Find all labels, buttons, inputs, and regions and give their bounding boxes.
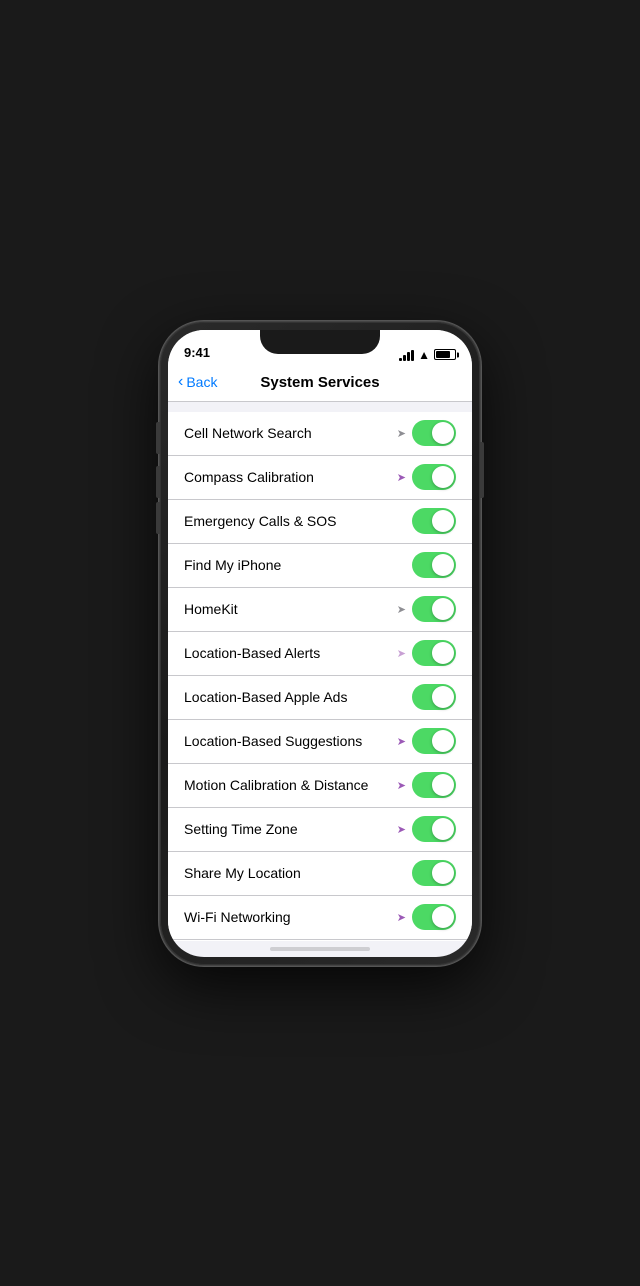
list-item[interactable]: Location-Based Suggestions ➤ xyxy=(168,720,472,764)
top-spacer xyxy=(168,402,472,412)
share-my-location-label: Share My Location xyxy=(184,865,301,881)
compass-calibration-toggle[interactable] xyxy=(412,464,456,490)
location-based-suggestions-toggle[interactable] xyxy=(412,728,456,754)
content-area: Cell Network Search ➤ Compass Calibratio… xyxy=(168,402,472,941)
wifi-networking-toggle[interactable] xyxy=(412,904,456,930)
back-button[interactable]: ‹ Back xyxy=(178,373,217,391)
phone-screen: 9:41 ▲ ‹ Back System Services xyxy=(168,330,472,957)
notch xyxy=(260,330,380,354)
emergency-calls-label: Emergency Calls & SOS xyxy=(184,513,337,529)
status-time: 9:41 xyxy=(184,345,210,362)
phone-frame: 9:41 ▲ ‹ Back System Services xyxy=(160,322,480,965)
cell-network-search-label: Cell Network Search xyxy=(184,425,312,441)
navigation-bar: ‹ Back System Services xyxy=(168,366,472,402)
share-my-location-toggle[interactable] xyxy=(412,860,456,886)
battery-icon xyxy=(434,349,456,360)
list-item[interactable]: HomeKit ➤ xyxy=(168,588,472,632)
list-item[interactable]: Share My Location xyxy=(168,852,472,896)
wifi-icon: ▲ xyxy=(418,348,430,362)
chevron-left-icon: ‹ xyxy=(178,373,183,391)
location-based-apple-ads-label: Location-Based Apple Ads xyxy=(184,689,347,705)
list-item[interactable]: Emergency Calls & SOS xyxy=(168,500,472,544)
location-arrow-icon: ➤ xyxy=(397,647,406,660)
page-title: System Services xyxy=(260,374,379,391)
location-arrow-icon: ➤ xyxy=(397,603,406,616)
list-item[interactable]: Find My iPhone xyxy=(168,544,472,588)
location-arrow-icon: ➤ xyxy=(397,427,406,440)
location-based-apple-ads-toggle[interactable] xyxy=(412,684,456,710)
find-my-iphone-label: Find My iPhone xyxy=(184,557,281,573)
location-arrow-icon: ➤ xyxy=(397,823,406,836)
list-item[interactable]: Compass Calibration ➤ xyxy=(168,456,472,500)
homekit-toggle[interactable] xyxy=(412,596,456,622)
location-arrow-icon: ➤ xyxy=(397,735,406,748)
location-arrow-icon: ➤ xyxy=(397,779,406,792)
list-item[interactable]: Motion Calibration & Distance ➤ xyxy=(168,764,472,808)
homekit-label: HomeKit xyxy=(184,601,238,617)
list-item[interactable]: Setting Time Zone ➤ xyxy=(168,808,472,852)
setting-time-zone-label: Setting Time Zone xyxy=(184,821,298,837)
location-based-alerts-label: Location-Based Alerts xyxy=(184,645,320,661)
system-services-group: Cell Network Search ➤ Compass Calibratio… xyxy=(168,412,472,941)
list-item[interactable]: Cell Network Search ➤ xyxy=(168,412,472,456)
list-item[interactable]: Wi-Fi Networking ➤ xyxy=(168,896,472,940)
back-label: Back xyxy=(186,374,217,390)
signal-icon xyxy=(399,349,414,361)
location-based-alerts-toggle[interactable] xyxy=(412,640,456,666)
motion-calibration-label: Motion Calibration & Distance xyxy=(184,777,368,793)
location-arrow-icon: ➤ xyxy=(397,471,406,484)
list-item[interactable]: Significant Locations ➤ On › xyxy=(168,940,472,941)
cell-network-search-toggle[interactable] xyxy=(412,420,456,446)
find-my-iphone-toggle[interactable] xyxy=(412,552,456,578)
location-based-suggestions-label: Location-Based Suggestions xyxy=(184,733,362,749)
list-item[interactable]: Location-Based Alerts ➤ xyxy=(168,632,472,676)
motion-calibration-toggle[interactable] xyxy=(412,772,456,798)
status-icons: ▲ xyxy=(399,348,456,362)
setting-time-zone-toggle[interactable] xyxy=(412,816,456,842)
emergency-calls-toggle[interactable] xyxy=(412,508,456,534)
compass-calibration-label: Compass Calibration xyxy=(184,469,314,485)
home-indicator xyxy=(270,947,370,951)
location-arrow-icon: ➤ xyxy=(397,911,406,924)
wifi-networking-label: Wi-Fi Networking xyxy=(184,909,291,925)
list-item[interactable]: Location-Based Apple Ads xyxy=(168,676,472,720)
